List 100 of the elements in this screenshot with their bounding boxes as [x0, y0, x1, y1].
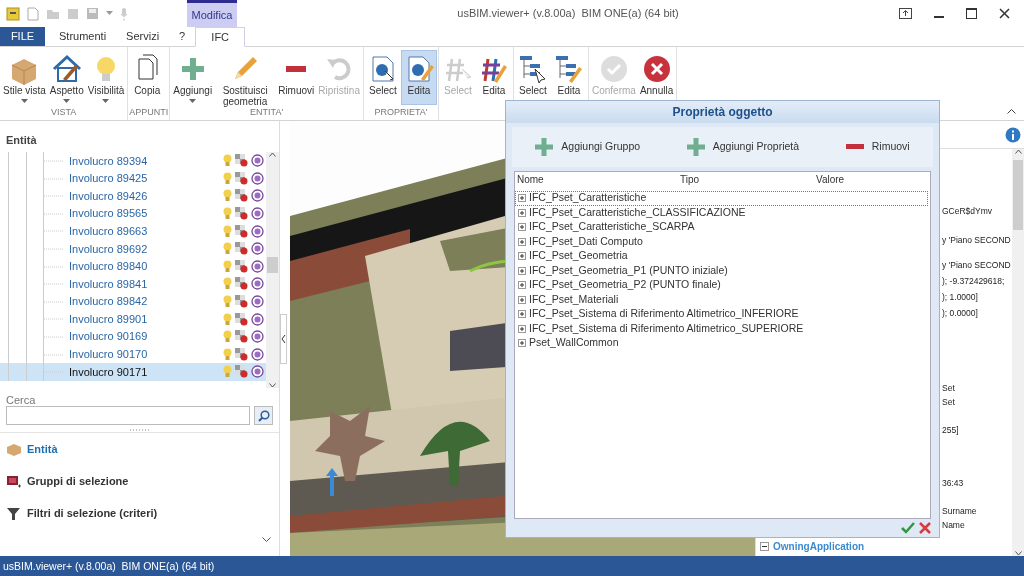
expand-icon[interactable]	[518, 339, 526, 348]
collapse-ribbon-icon[interactable]	[1007, 108, 1016, 114]
property-group-row[interactable]: IFC_Pset_Sistema di Riferimento Altimetrico_INFERIORE	[515, 307, 928, 322]
tree-item[interactable]: Involucro 89692	[0, 239, 266, 258]
visibility-toggle-icon[interactable]	[235, 347, 248, 361]
tree-item[interactable]: Involucro 89426	[0, 187, 266, 205]
ribbon-button[interactable]: Select	[364, 50, 401, 105]
visibility-toggle-icon[interactable]	[235, 295, 248, 309]
ribbon-tab[interactable]: Strumenti	[49, 27, 117, 46]
scrollbar[interactable]	[1012, 149, 1024, 556]
target-circle-icon[interactable]	[251, 154, 264, 168]
close-icon[interactable]	[999, 8, 1010, 19]
expand-down-icon[interactable]	[262, 537, 271, 543]
nav-item[interactable]: Filtri di selezione (criteri)	[0, 497, 279, 529]
scroll-down-icon[interactable]	[1014, 551, 1022, 556]
property-group-row[interactable]: IFC_Pset_Geometria	[515, 249, 928, 264]
tree-item[interactable]: Involucro 89840	[0, 257, 266, 276]
tree-item[interactable]: Involucro 90169	[0, 327, 266, 346]
target-circle-icon[interactable]	[251, 224, 264, 238]
search-button[interactable]	[254, 406, 273, 425]
property-group-row[interactable]: IFC_Pset_Caratteristiche_CLASSIFICAZIONE	[515, 205, 928, 220]
visibility-toggle-icon[interactable]	[235, 171, 248, 185]
caret-icon[interactable]	[106, 11, 113, 16]
property-group-row[interactable]: Pset_WallCommon	[515, 336, 928, 351]
tree-item[interactable]: Involucro 89565	[0, 204, 266, 223]
property-group-row[interactable]: IFC_Pset_Dati Computo	[515, 234, 928, 249]
property-group-row[interactable]: IFC_Pset_Geometria_P1 (PUNTO iniziale)	[515, 263, 928, 278]
ribbon-tab[interactable]: Servizi	[116, 27, 170, 46]
expand-icon[interactable]	[518, 281, 526, 290]
tree-item[interactable]: Involucro 89901	[0, 310, 266, 328]
info-icon[interactable]	[1005, 126, 1021, 143]
ribbon-button[interactable]: Edita	[400, 50, 437, 105]
scroll-down-icon[interactable]	[269, 383, 276, 388]
target-circle-icon[interactable]	[251, 277, 264, 291]
ribbon-button[interactable]: Aggiungi	[171, 50, 215, 105]
tree-item[interactable]: Involucro 89425	[0, 169, 266, 188]
visibility-toggle-icon[interactable]	[235, 365, 248, 379]
collapse-panel-icon[interactable]	[280, 313, 287, 364]
target-circle-icon[interactable]	[251, 259, 264, 273]
ribbon-tab[interactable]: ?	[169, 27, 196, 46]
target-circle-icon[interactable]	[251, 207, 264, 221]
target-circle-icon[interactable]	[251, 347, 264, 361]
file-tab[interactable]: FILE	[0, 27, 45, 46]
scroll-up-icon[interactable]	[1014, 149, 1022, 154]
ribbon-button[interactable]: Copia	[129, 50, 166, 105]
target-circle-icon[interactable]	[251, 330, 264, 344]
ribbon-button[interactable]: Stile vista	[1, 50, 48, 105]
nav-item[interactable]: Entità	[0, 433, 279, 465]
ribbon-button[interactable]: Aspetto	[47, 50, 86, 105]
expand-icon[interactable]	[518, 208, 526, 217]
visibility-toggle-icon[interactable]	[235, 189, 248, 203]
toolbar-button[interactable]: Aggiungi Gruppo	[529, 137, 647, 157]
scrollbar[interactable]	[266, 152, 279, 388]
tree-item[interactable]: Involucro 89663	[0, 222, 266, 240]
collapse-icon[interactable]	[760, 541, 769, 551]
visibility-toggle-icon[interactable]	[235, 224, 248, 238]
target-circle-icon[interactable]	[251, 312, 264, 326]
ribbon-button[interactable]: Visibilità	[85, 50, 127, 105]
scroll-thumb[interactable]	[1013, 160, 1023, 230]
scroll-thumb[interactable]	[267, 257, 278, 273]
target-circle-icon[interactable]	[251, 295, 264, 309]
visibility-toggle-icon[interactable]	[235, 277, 248, 291]
expand-icon[interactable]	[518, 252, 526, 261]
target-circle-icon[interactable]	[251, 171, 264, 185]
visibility-toggle-icon[interactable]	[235, 154, 248, 168]
target-circle-icon[interactable]	[251, 189, 264, 203]
maximize-icon[interactable]	[966, 8, 977, 19]
toolbar-button[interactable]: Aggiungi Proprietà	[680, 137, 806, 157]
visibility-toggle-icon[interactable]	[235, 259, 248, 273]
expand-icon[interactable]	[518, 194, 526, 203]
tree-item[interactable]: Involucro 89841	[0, 275, 266, 293]
visibility-toggle-icon[interactable]	[235, 312, 248, 326]
tree-item[interactable]: Involucro 89394	[0, 152, 266, 170]
expand-icon[interactable]	[518, 223, 526, 232]
visibility-toggle-icon[interactable]	[235, 242, 248, 256]
restore-ribbon-icon[interactable]	[899, 8, 912, 19]
tree-item[interactable]: Involucro 90171	[0, 363, 266, 381]
property-group-row[interactable]: IFC_Pset_Caratteristiche	[515, 191, 928, 206]
nav-item[interactable]: Gruppi di selezione	[0, 465, 279, 497]
expand-icon[interactable]	[518, 324, 526, 333]
target-circle-icon[interactable]	[251, 365, 264, 379]
ribbon-button[interactable]: Rimuovi	[276, 50, 317, 105]
visibility-toggle-icon[interactable]	[235, 330, 248, 344]
ribbon-button[interactable]: Sostituisci geometria	[214, 50, 277, 105]
expand-icon[interactable]	[518, 266, 526, 275]
property-group-row[interactable]: IFC_Pset_Geometria_P2 (PUNTO finale)	[515, 278, 928, 293]
visibility-toggle-icon[interactable]	[235, 207, 248, 221]
scroll-up-icon[interactable]	[269, 152, 276, 157]
tree-item[interactable]: Involucro 89842	[0, 292, 266, 311]
expand-icon[interactable]	[518, 310, 526, 319]
expand-icon[interactable]	[518, 295, 526, 304]
cancel-button[interactable]	[919, 522, 931, 534]
target-circle-icon[interactable]	[251, 242, 264, 256]
property-group-row[interactable]: IFC_Pset_Materiali	[515, 292, 928, 307]
toolbar-button[interactable]: Rimuovi	[839, 138, 916, 156]
property-group-row[interactable]: IFC_Pset_Sistema di Riferimento Altimetrico_SUPERIORE	[515, 321, 928, 336]
ribbon-tab[interactable]: IFC	[195, 27, 246, 47]
confirm-button[interactable]	[901, 522, 915, 534]
property-group-row[interactable]: IFC_Pset_Caratteristiche_SCARPA	[515, 220, 928, 235]
expand-icon[interactable]	[518, 237, 526, 246]
